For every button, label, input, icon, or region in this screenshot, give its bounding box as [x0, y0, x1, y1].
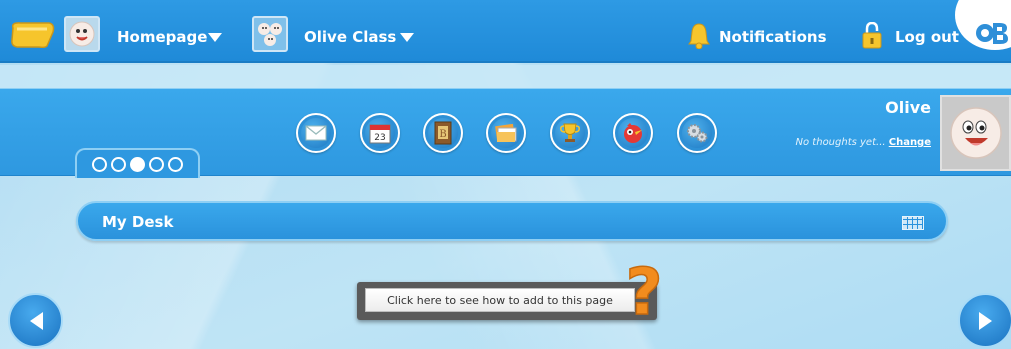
- brand-logo-icon[interactable]: [974, 16, 1008, 50]
- page-indicator: [75, 148, 200, 178]
- homepage-menu[interactable]: Homepage: [117, 28, 207, 46]
- sub-header-strip: [0, 65, 1011, 88]
- desk-title: My Desk: [102, 213, 174, 231]
- arrow-left-icon: [29, 311, 43, 330]
- homepage-chevron-down-icon[interactable]: [208, 33, 222, 42]
- thoughts-text: No thoughts yet...: [795, 137, 886, 148]
- question-mark-glyph: ?: [625, 258, 662, 326]
- bird-icon[interactable]: [613, 113, 653, 153]
- page-dot-1[interactable]: [92, 156, 107, 172]
- class-icon[interactable]: [252, 16, 288, 52]
- question-mark-icon[interactable]: ?: [620, 258, 668, 326]
- trophy-icon[interactable]: [550, 113, 590, 153]
- arrow-right-icon: [978, 311, 992, 330]
- profile-name: Olive: [885, 98, 931, 117]
- whistle-icon[interactable]: [9, 22, 55, 48]
- user-avatar-large[interactable]: [940, 95, 1011, 171]
- files-icon[interactable]: [486, 113, 526, 153]
- grid-view-icon[interactable]: [902, 216, 924, 230]
- notifications-link[interactable]: Notifications: [719, 28, 827, 46]
- previous-page-button[interactable]: [8, 293, 63, 348]
- class-chevron-down-icon[interactable]: [400, 33, 414, 42]
- page-dot-3-active[interactable]: [130, 156, 145, 172]
- profile-thoughts: No thoughts yet... Change: [796, 137, 931, 148]
- class-menu[interactable]: Olive Class: [304, 28, 396, 46]
- page-dot-5[interactable]: [168, 156, 183, 172]
- page-dot-4[interactable]: [149, 156, 164, 172]
- calendar-icon[interactable]: 23: [360, 113, 400, 153]
- page-dot-2[interactable]: [111, 156, 126, 172]
- help-button[interactable]: Click here to see how to add to this pag…: [365, 288, 635, 312]
- my-desk-bar: My Desk: [76, 201, 948, 241]
- top-nav-bar: Homepage Olive Class Notifications Log o…: [0, 0, 1011, 63]
- help-popup: Click here to see how to add to this pag…: [357, 282, 657, 320]
- lock-icon[interactable]: [862, 22, 882, 49]
- calendar-day-label: 23: [374, 133, 385, 143]
- user-avatar-small[interactable]: [64, 16, 100, 52]
- settings-icon[interactable]: [677, 113, 717, 153]
- change-thoughts-link[interactable]: Change: [889, 137, 931, 148]
- messages-icon[interactable]: [296, 113, 336, 153]
- bell-icon[interactable]: [688, 23, 710, 49]
- next-page-button[interactable]: [958, 293, 1011, 348]
- logout-link[interactable]: Log out: [895, 28, 959, 46]
- book-letter-label: B: [439, 129, 446, 140]
- book-icon[interactable]: B: [423, 113, 463, 153]
